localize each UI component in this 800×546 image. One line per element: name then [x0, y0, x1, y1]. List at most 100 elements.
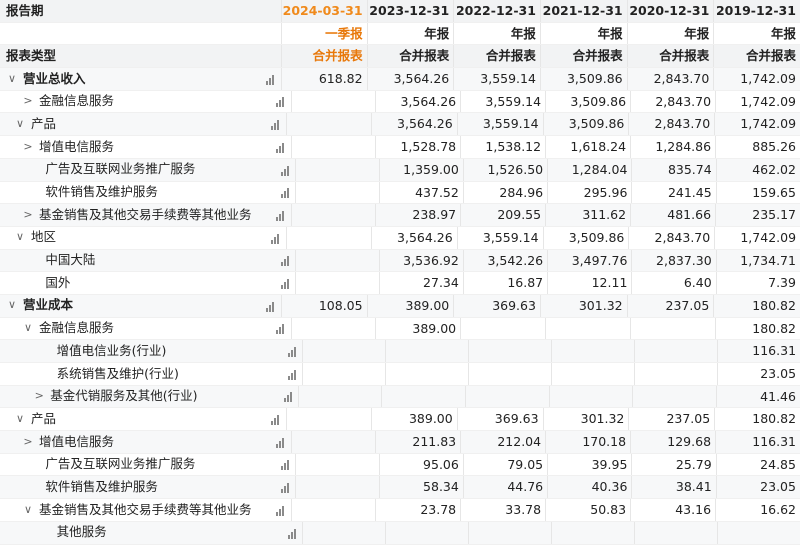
- bar-chart-icon-bar: [283, 281, 286, 289]
- row-label: > 基金销售及其他交易手续费等其他业务: [0, 204, 270, 226]
- collapse-chevron-icon[interactable]: ∨: [14, 408, 26, 430]
- bar-chart-icon-bar: [280, 171, 283, 176]
- bar-chart-icon[interactable]: [270, 91, 291, 114]
- value-cell: 23.05: [716, 363, 800, 385]
- collapse-chevron-icon[interactable]: ∨: [14, 113, 26, 135]
- bar-chart-icon[interactable]: [259, 295, 281, 318]
- bar-chart-icon[interactable]: [270, 431, 291, 454]
- bar-chart-icon[interactable]: [281, 340, 302, 363]
- expand-chevron-icon[interactable]: >: [22, 204, 34, 226]
- table-row: ∨ 营业总收入 618.82 3,564.26 3,559.14 3,509.86 2,84…: [0, 68, 800, 91]
- bar-chart-icon[interactable]: [264, 227, 286, 250]
- value-cell: 1,734.71: [715, 249, 800, 272]
- bar-chart-icon-bar: [293, 528, 296, 539]
- bar-chart-icon-bar: [282, 210, 285, 221]
- bar-chart-icon[interactable]: [281, 522, 302, 545]
- row-label-text: 金融信息服务: [39, 320, 115, 336]
- value-cell: 3,559.14: [456, 226, 543, 249]
- col-date[interactable]: 2020-12-31: [626, 0, 714, 22]
- collapse-chevron-icon[interactable]: ∨: [22, 499, 34, 521]
- bar-chart-icon[interactable]: [274, 250, 295, 273]
- value-cell: 2,843.70: [630, 90, 715, 113]
- table-row: 软件销售及维护服务 437.52 284.96 295.96 241.45 159.65: [0, 181, 800, 205]
- bar-chart-icon-bar: [276, 148, 279, 153]
- value-cell: 1,284.86: [630, 136, 715, 158]
- bar-chart-icon[interactable]: [274, 272, 295, 295]
- bar-chart-icon[interactable]: [259, 68, 281, 91]
- row-label-text: 基金销售及其他交易手续费等其他业务: [39, 206, 252, 222]
- value-cell: 241.45: [631, 181, 715, 204]
- value-cell: [550, 521, 634, 544]
- value-cell: 3,564.26: [375, 90, 460, 113]
- bar-chart-icon-bar: [282, 142, 285, 153]
- value-cell: [295, 476, 378, 499]
- row-label: ∨ 产品: [0, 113, 264, 135]
- bar-chart-icon[interactable]: [274, 159, 295, 182]
- value-cell: 41.46: [716, 385, 800, 408]
- bar-chart-icon[interactable]: [274, 182, 295, 205]
- expand-chevron-icon[interactable]: >: [33, 386, 45, 408]
- value-cell: 16.62: [715, 499, 800, 521]
- row-label: > 增值电信服务: [0, 136, 270, 158]
- bar-chart-icon[interactable]: [270, 318, 291, 341]
- bar-chart-icon[interactable]: [264, 408, 286, 431]
- value-cell: [632, 385, 716, 408]
- bar-chart-icon[interactable]: [277, 386, 298, 409]
- expand-chevron-icon[interactable]: >: [22, 136, 34, 158]
- bar-chart-icon[interactable]: [270, 499, 291, 522]
- table-row: > 基金销售及其他交易手续费等其他业务 238.97 209.55 311.62 481.…: [0, 204, 800, 227]
- collapse-chevron-icon[interactable]: ∨: [6, 295, 18, 317]
- value-cell: 1,284.04: [547, 158, 631, 181]
- col-period: 年报: [453, 22, 540, 45]
- value-cell: 284.96: [462, 181, 547, 204]
- col-period: 年报: [539, 22, 627, 45]
- row-label-text: 广告及互联网业务推广服务: [45, 456, 196, 472]
- collapse-chevron-icon[interactable]: ∨: [22, 318, 34, 340]
- col-date[interactable]: 2024-03-31: [280, 0, 367, 22]
- value-cell: [384, 363, 468, 385]
- value-cell: [302, 340, 384, 362]
- bar-chart-icon-bar: [287, 375, 290, 380]
- bar-chart-icon[interactable]: [270, 204, 291, 227]
- col-date[interactable]: 2022-12-31: [453, 0, 540, 22]
- bar-chart-icon-bar: [280, 489, 283, 494]
- value-cell: 481.66: [630, 204, 715, 226]
- bar-chart-icon[interactable]: [274, 476, 295, 499]
- bar-chart-icon-bar: [282, 437, 285, 448]
- col-date[interactable]: 2023-12-31: [366, 0, 454, 22]
- bar-chart-icon[interactable]: [264, 113, 286, 136]
- bar-chart-icon-bar: [274, 418, 277, 426]
- bar-chart-icon-bar: [280, 262, 283, 267]
- value-cell: 211.83: [375, 431, 460, 453]
- value-cell: [295, 272, 378, 294]
- value-cell: [291, 317, 375, 340]
- expand-chevron-icon[interactable]: >: [22, 431, 34, 453]
- col-period: 年报: [366, 22, 454, 45]
- bar-chart-icon-bar: [279, 213, 282, 221]
- collapse-chevron-icon[interactable]: ∨: [6, 68, 18, 90]
- value-cell: 3,564.26: [370, 226, 457, 249]
- row-label-text: 金融信息服务: [39, 93, 115, 109]
- col-date[interactable]: 2019-12-31: [713, 0, 800, 22]
- value-cell: 212.04: [460, 431, 545, 453]
- value-cell: 1,742.09: [715, 90, 800, 113]
- row-label-text: 营业总收入: [23, 70, 86, 86]
- bar-chart-icon[interactable]: [274, 454, 295, 477]
- value-cell: 27.34: [378, 272, 463, 294]
- bar-chart-icon-bar: [286, 165, 289, 176]
- value-cell: [295, 249, 378, 272]
- bar-chart-icon[interactable]: [270, 136, 291, 159]
- value-cell: 3,559.14: [453, 68, 540, 90]
- bar-chart-icon-bar: [276, 103, 279, 108]
- table-row: 中国大陆 3,536.92 3,542.26 3,497.76 2,837.30 1,73…: [0, 249, 800, 273]
- value-cell: 389.00: [375, 317, 460, 340]
- table-row: > 增值电信服务 211.83 212.04 170.18 129.68 116.31: [0, 431, 800, 454]
- bar-chart-icon-bar: [279, 327, 282, 335]
- bar-chart-icon[interactable]: [281, 363, 302, 386]
- col-date[interactable]: 2021-12-31: [539, 0, 627, 22]
- value-cell: [295, 453, 378, 476]
- expand-chevron-icon[interactable]: >: [22, 91, 34, 113]
- value-cell: [286, 113, 371, 136]
- collapse-chevron-icon[interactable]: ∨: [14, 227, 26, 249]
- bar-chart-icon-bar: [271, 126, 274, 131]
